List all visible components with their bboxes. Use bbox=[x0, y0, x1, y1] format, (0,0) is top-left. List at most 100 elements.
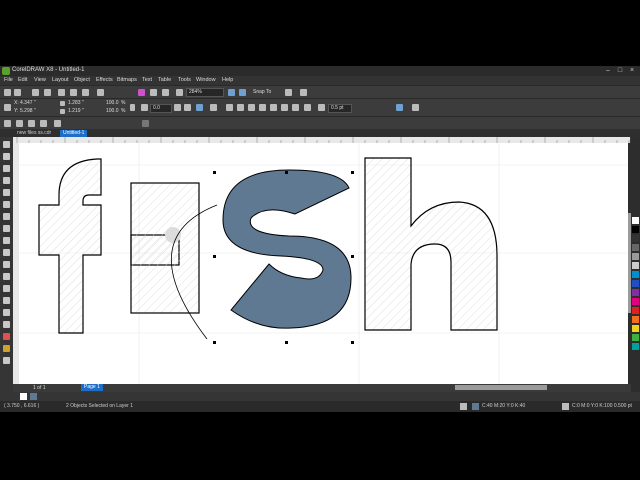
search-content-icon[interactable] bbox=[138, 89, 145, 96]
fill-indicator-icon[interactable] bbox=[460, 403, 467, 410]
color-tool-icon[interactable] bbox=[3, 345, 10, 352]
trim-icon[interactable] bbox=[237, 104, 244, 111]
cut-icon[interactable] bbox=[58, 89, 65, 96]
tray-blue-swatch[interactable] bbox=[30, 393, 37, 400]
quick-customize-icon[interactable] bbox=[396, 104, 403, 111]
options-gear-icon[interactable] bbox=[285, 89, 292, 96]
tray-white-swatch[interactable] bbox=[20, 393, 27, 400]
parallel-dimension-tool-icon[interactable] bbox=[3, 261, 10, 268]
paste-icon[interactable] bbox=[82, 89, 89, 96]
close-icon[interactable]: × bbox=[626, 66, 638, 76]
text-tool-icon[interactable] bbox=[28, 120, 35, 127]
secondary-tool-6-icon[interactable] bbox=[142, 120, 149, 127]
outline-width-field[interactable]: 0.5 pt bbox=[328, 104, 352, 113]
print-icon[interactable] bbox=[44, 89, 51, 96]
launch-icon[interactable] bbox=[300, 89, 307, 96]
menu-bitmaps[interactable]: Bitmaps bbox=[117, 77, 137, 83]
save-icon[interactable] bbox=[32, 89, 39, 96]
zoom-level-select[interactable]: 284% bbox=[186, 88, 224, 97]
shape-tool-icon[interactable] bbox=[3, 153, 10, 160]
palette-swatch[interactable] bbox=[632, 244, 639, 251]
polygon-tool-icon[interactable] bbox=[3, 237, 10, 244]
rectangle-tool-icon[interactable] bbox=[3, 213, 10, 220]
palette-swatch[interactable] bbox=[632, 262, 639, 269]
eyedropper-tool-icon[interactable] bbox=[3, 309, 10, 316]
connector-tool-icon[interactable] bbox=[3, 273, 10, 280]
y-position-field[interactable]: 5.298 " bbox=[20, 108, 36, 114]
drop-shadow-tool-icon[interactable] bbox=[3, 285, 10, 292]
group-icon[interactable] bbox=[210, 104, 217, 111]
full-screen-icon[interactable] bbox=[228, 89, 235, 96]
tab-untitled-1[interactable]: Untitled-1 bbox=[60, 130, 88, 137]
property-extra-icon[interactable] bbox=[412, 104, 419, 111]
palette-swatch[interactable] bbox=[632, 343, 639, 350]
show-rulers-icon[interactable] bbox=[239, 89, 246, 96]
width-field[interactable]: 1.283 " bbox=[68, 100, 84, 106]
pick-tool-icon[interactable] bbox=[3, 141, 10, 148]
letter-h[interactable] bbox=[364, 157, 498, 331]
outline-indicator-icon[interactable] bbox=[562, 403, 569, 410]
freehand-tool-icon[interactable] bbox=[3, 189, 10, 196]
snap-to-dropdown[interactable]: Snap To bbox=[250, 88, 280, 97]
tab-new-files[interactable]: new files ss.cdr bbox=[14, 130, 54, 137]
smart-fill-tool-icon[interactable] bbox=[3, 333, 10, 340]
mirror-horizontal-icon[interactable] bbox=[174, 104, 181, 111]
letter-i-stem[interactable] bbox=[130, 182, 200, 314]
ellipse-tool-icon[interactable] bbox=[3, 225, 10, 232]
menu-help[interactable]: Help bbox=[222, 77, 233, 83]
minimize-icon[interactable]: – bbox=[602, 66, 614, 76]
palette-swatch[interactable] bbox=[632, 235, 639, 242]
scale-y-field[interactable]: 100.0 bbox=[106, 108, 119, 114]
mirror-vertical-icon[interactable] bbox=[184, 104, 191, 111]
new-document-icon[interactable] bbox=[4, 89, 11, 96]
scale-x-field[interactable]: 100.0 bbox=[106, 100, 119, 106]
zoom-tool-icon[interactable] bbox=[3, 177, 10, 184]
front-minus-back-icon[interactable] bbox=[270, 104, 277, 111]
palette-swatch[interactable] bbox=[632, 334, 639, 341]
intersect-icon[interactable] bbox=[248, 104, 255, 111]
open-icon[interactable] bbox=[14, 89, 21, 96]
maximize-icon[interactable]: □ bbox=[614, 66, 626, 76]
add-tool-icon[interactable] bbox=[3, 357, 10, 364]
palette-swatch[interactable] bbox=[632, 253, 639, 260]
letter-s-selected[interactable] bbox=[222, 169, 352, 329]
menu-edit[interactable]: Edit bbox=[18, 77, 27, 83]
artistic-media-tool-icon[interactable] bbox=[3, 201, 10, 208]
copy-icon[interactable] bbox=[70, 89, 77, 96]
menu-file[interactable]: File bbox=[4, 77, 13, 83]
page-1-tab[interactable]: Page 1 bbox=[81, 384, 103, 391]
palette-swatch[interactable] bbox=[632, 307, 639, 314]
menu-text[interactable]: Text bbox=[142, 77, 152, 83]
fill-color-swatch[interactable] bbox=[472, 403, 479, 410]
secondary-tool-5-icon[interactable] bbox=[54, 120, 61, 127]
palette-swatch[interactable] bbox=[632, 325, 639, 332]
menu-effects[interactable]: Effects bbox=[96, 77, 113, 83]
weld-icon[interactable] bbox=[226, 104, 233, 111]
text-tool-icon[interactable] bbox=[3, 249, 10, 256]
palette-swatch[interactable] bbox=[632, 316, 639, 323]
menu-layout[interactable]: Layout bbox=[52, 77, 69, 83]
height-field[interactable]: 1.219 " bbox=[68, 108, 84, 114]
palette-swatch[interactable] bbox=[632, 271, 639, 278]
menu-object[interactable]: Object bbox=[74, 77, 90, 83]
menu-view[interactable]: View bbox=[34, 77, 46, 83]
create-boundary-icon[interactable] bbox=[292, 104, 299, 111]
export-icon[interactable] bbox=[162, 89, 169, 96]
back-minus-front-icon[interactable] bbox=[281, 104, 288, 111]
align-distribute-icon[interactable] bbox=[304, 104, 311, 111]
x-position-field[interactable]: 4.347 " bbox=[20, 100, 36, 106]
drawing-canvas[interactable] bbox=[19, 143, 628, 384]
simplify-icon[interactable] bbox=[259, 104, 266, 111]
interactive-fill-tool-icon[interactable] bbox=[3, 321, 10, 328]
object-origin-icon[interactable] bbox=[4, 104, 11, 111]
palette-swatch[interactable] bbox=[632, 217, 639, 224]
combine-icon[interactable] bbox=[196, 104, 203, 111]
lock-ratio-icon[interactable] bbox=[130, 104, 135, 111]
menu-tools[interactable]: Tools bbox=[178, 77, 191, 83]
menu-window[interactable]: Window bbox=[196, 77, 216, 83]
horizontal-scroll-thumb[interactable] bbox=[455, 385, 547, 390]
secondary-tool-1-icon[interactable] bbox=[4, 120, 11, 127]
letter-f[interactable] bbox=[38, 158, 102, 334]
secondary-tool-2-icon[interactable] bbox=[16, 120, 23, 127]
pdf-icon[interactable] bbox=[176, 89, 183, 96]
